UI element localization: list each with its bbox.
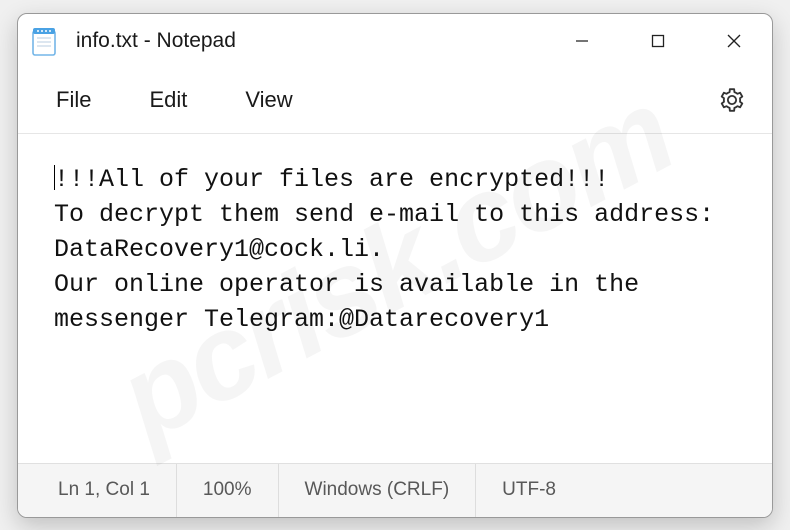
window-title: info.txt - Notepad <box>76 29 544 53</box>
menu-view[interactable]: View <box>221 77 326 123</box>
text-editor[interactable]: !!!All of your files are encrypted!!! To… <box>18 134 772 463</box>
status-zoom: 100% <box>177 464 279 517</box>
maximize-icon <box>651 34 665 48</box>
titlebar[interactable]: info.txt - Notepad <box>18 14 772 68</box>
status-encoding: UTF-8 <box>476 464 582 517</box>
menu-file[interactable]: File <box>32 77 125 123</box>
minimize-icon <box>575 34 589 48</box>
close-icon <box>726 33 742 49</box>
status-position: Ln 1, Col 1 <box>18 464 177 517</box>
settings-button[interactable] <box>710 78 754 122</box>
status-lineending: Windows (CRLF) <box>279 464 477 517</box>
maximize-button[interactable] <box>620 14 696 68</box>
notepad-window: pcrisk.com info.txt - Notepad <box>17 13 773 518</box>
close-button[interactable] <box>696 14 772 68</box>
window-controls <box>544 14 772 68</box>
menu-edit[interactable]: Edit <box>125 77 221 123</box>
document-text: !!!All of your files are encrypted!!! To… <box>54 165 729 334</box>
notepad-app-icon <box>30 25 58 57</box>
menubar: File Edit View <box>18 68 772 134</box>
minimize-button[interactable] <box>544 14 620 68</box>
gear-icon <box>719 87 745 113</box>
statusbar: Ln 1, Col 1 100% Windows (CRLF) UTF-8 <box>18 463 772 517</box>
